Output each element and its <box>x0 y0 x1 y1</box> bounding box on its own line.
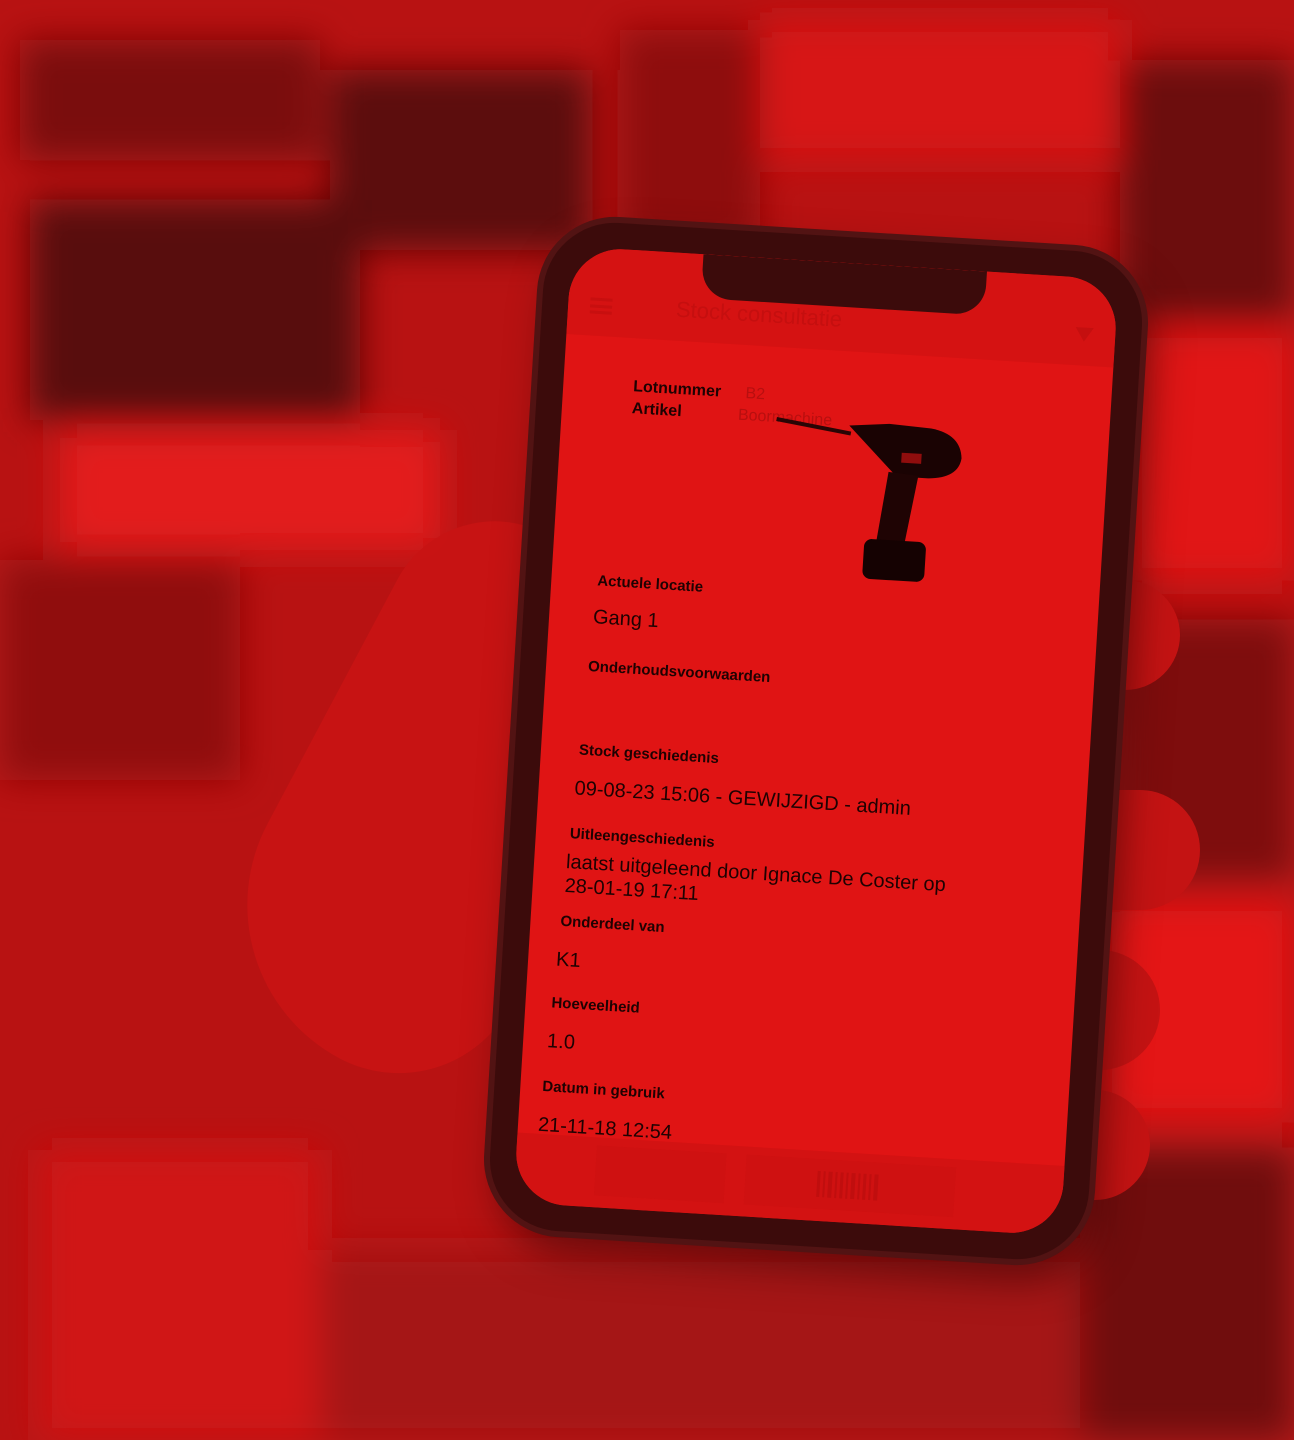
section-value: 1.0 <box>546 1030 576 1054</box>
section-label: Uitleengeschiedenis <box>569 825 716 851</box>
phone-screen: Stock consultatie Lotnummer B2 Artikel B… <box>513 246 1119 1236</box>
section-value: 09-08-23 15:06 - GEWIJZIGD - admin <box>573 777 912 820</box>
section-label: Onderdeel van <box>560 912 666 937</box>
filter-icon[interactable] <box>1074 327 1094 343</box>
smartphone: Stock consultatie Lotnummer B2 Artikel B… <box>485 218 1147 1264</box>
barcode-icon <box>816 1170 879 1201</box>
section-label: Datum in gebruik <box>541 1077 666 1103</box>
section-value: K1 <box>555 948 582 973</box>
action-button[interactable] <box>593 1145 727 1204</box>
section-label: Onderhoudsvoorwaarden <box>587 657 771 687</box>
drill-product-image <box>776 417 962 582</box>
section-label: Stock geschiedenis <box>578 741 720 768</box>
lot-value: B2 <box>745 385 766 404</box>
section-value: Gang 1 <box>592 606 660 633</box>
article-label: Artikel <box>631 400 683 421</box>
lot-label: Lotnummer <box>632 378 722 401</box>
lot-row: Lotnummer B2 <box>633 378 766 404</box>
hamburger-icon[interactable] <box>589 297 613 315</box>
photo-scene: Stock consultatie Lotnummer B2 Artikel B… <box>0 0 1294 1440</box>
section-label: Hoeveelheid <box>551 994 641 1017</box>
section-label: Actuele locatie <box>596 572 704 596</box>
